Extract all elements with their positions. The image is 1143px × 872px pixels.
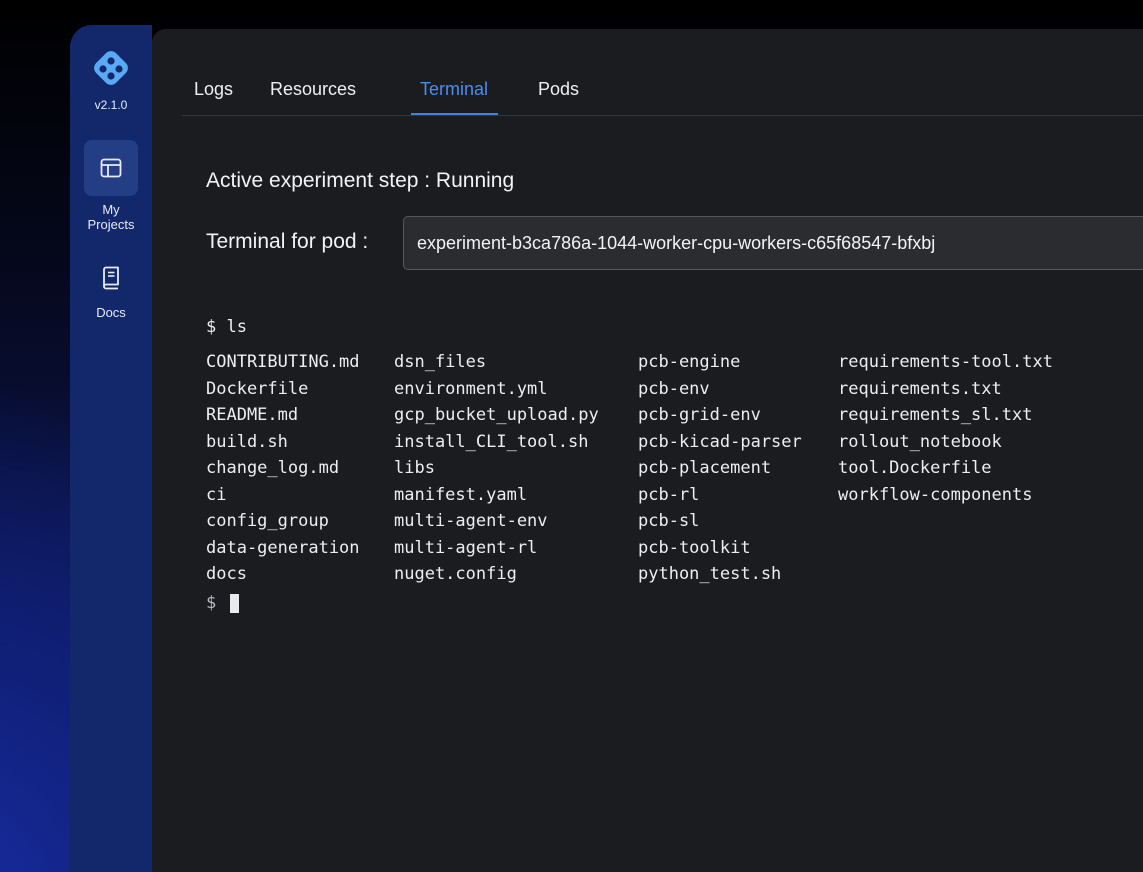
- app-version: v2.1.0: [94, 98, 128, 112]
- app-logo-icon[interactable]: [88, 45, 134, 91]
- file-entry: data-generation: [206, 537, 360, 558]
- file-entry: multi-agent-rl: [394, 537, 538, 558]
- file-entry: README.md: [206, 405, 299, 425]
- file-entry: gcp_bucket_upload.py: [394, 405, 599, 425]
- tab-pods[interactable]: Pods: [538, 79, 579, 100]
- file-entry: requirements-tool.txt: [838, 352, 1053, 372]
- file-entry: pcb-placement: [638, 458, 772, 478]
- file-entry: pcb-rl: [638, 484, 700, 505]
- active-tab-indicator: [411, 113, 498, 115]
- file-entry: pcb-toolkit: [638, 537, 751, 558]
- file-entry: multi-agent-env: [394, 511, 548, 531]
- file-entry: pcb-kicad-parser: [638, 431, 802, 452]
- file-entry: pcb-sl: [638, 511, 700, 531]
- sidebar-item-label: Docs: [96, 305, 126, 320]
- file-entry: dsn_files: [394, 352, 487, 372]
- file-entry: nuget.config: [394, 564, 517, 584]
- terminal-prompt-line[interactable]: $: [206, 593, 240, 613]
- tab-logs[interactable]: Logs: [194, 79, 233, 100]
- tab-resources[interactable]: Resources: [270, 79, 356, 100]
- file-entry: python_test.sh: [638, 564, 782, 584]
- ls-column-3: pcb-engine pcb-env pcb-grid-env pcb-kicad-p…: [638, 349, 802, 588]
- tab-bar: Logs Resources Terminal Pods: [182, 75, 1143, 116]
- layout-icon: [100, 158, 122, 178]
- file-entry: pcb-env: [638, 378, 710, 399]
- file-entry: ci: [206, 484, 227, 505]
- file-entry: requirements_sl.txt: [838, 405, 1033, 425]
- sidebar-item-label: My Projects: [87, 202, 135, 232]
- ls-column-4: requirements-tool.txt requirements.txt req…: [838, 349, 1053, 508]
- terminal-output[interactable]: $ ls CONTRIBUTING.md Dockerfile README.md b…: [206, 313, 1143, 872]
- sidebar: v2.1.0 My Projects Docs: [70, 25, 152, 872]
- sidebar-item-my-projects[interactable]: My Projects: [70, 140, 152, 232]
- file-entry: requirements.txt: [838, 378, 1002, 399]
- terminal-command-line: $ ls: [206, 317, 247, 337]
- pod-selector-field[interactable]: [403, 216, 1143, 270]
- pod-selector-label: Terminal for pod :: [206, 230, 369, 253]
- file-entry: rollout_notebook: [838, 431, 1002, 452]
- file-entry: pcb-engine: [638, 352, 741, 372]
- file-entry: CONTRIBUTING.md: [206, 352, 360, 372]
- file-entry: Dockerfile: [206, 378, 309, 399]
- file-entry: build.sh: [206, 431, 288, 452]
- file-entry: manifest.yaml: [394, 484, 528, 505]
- file-entry: tool.Dockerfile: [838, 458, 992, 478]
- file-entry: install_CLI_tool.sh: [394, 431, 589, 452]
- file-entry: docs: [206, 564, 247, 584]
- app-window: v2.1.0 My Projects Docs Logs Resources T…: [70, 25, 1143, 872]
- sidebar-item-icon-box: [84, 140, 138, 196]
- experiment-step-status: Active experiment step : Running: [206, 169, 515, 192]
- main-panel: Logs Resources Terminal Pods Active expe…: [152, 29, 1143, 872]
- file-entry: libs: [394, 458, 435, 478]
- file-entry: pcb-grid-env: [638, 405, 761, 425]
- ls-column-1: CONTRIBUTING.md Dockerfile README.md build.…: [206, 349, 360, 588]
- terminal-cursor: [230, 593, 240, 613]
- sidebar-item-docs[interactable]: Docs: [70, 253, 152, 320]
- file-entry: workflow-components: [838, 484, 1033, 505]
- ls-column-2: dsn_files environment.yml gcp_bucket_uploa…: [394, 349, 599, 588]
- tab-terminal[interactable]: Terminal: [420, 79, 488, 100]
- terminal-prompt: $: [206, 593, 217, 613]
- file-entry: config_group: [206, 511, 329, 531]
- sidebar-item-icon-box: [84, 253, 138, 303]
- file-entry: environment.yml: [394, 378, 548, 399]
- book-icon: [103, 266, 119, 290]
- file-entry: change_log.md: [206, 458, 340, 478]
